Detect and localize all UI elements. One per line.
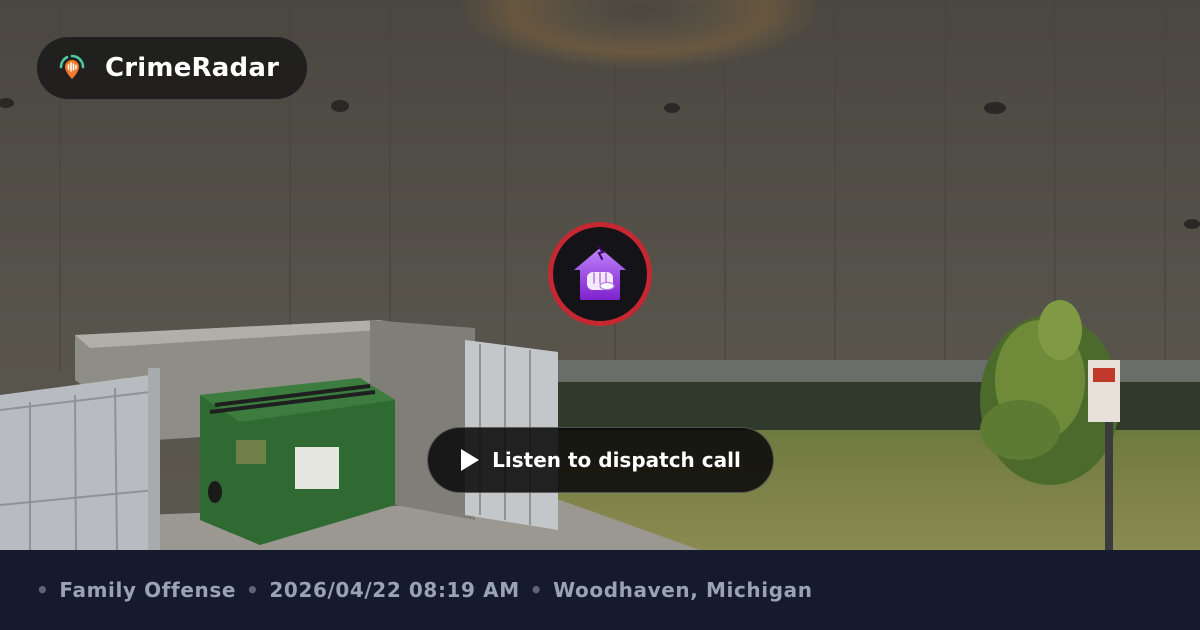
brand-name: CrimeRadar — [105, 53, 280, 83]
brand-badge[interactable]: CrimeRadar — [36, 36, 308, 100]
separator-dot: • — [36, 578, 50, 602]
separator-dot: • — [529, 578, 544, 602]
play-icon — [460, 448, 480, 472]
listen-dispatch-button[interactable]: Listen to dispatch call — [427, 427, 774, 493]
incident-category: Family Offense — [59, 578, 237, 602]
family-offense-fist-house-icon — [568, 242, 632, 306]
incident-marker[interactable] — [548, 222, 652, 326]
incident-details-bar: • Family Offense • 2026/04/22 08:19 AM •… — [0, 550, 1200, 630]
listen-button-label: Listen to dispatch call — [492, 448, 741, 472]
incident-location: Woodhaven, Michigan — [553, 578, 813, 602]
separator-dot: • — [246, 578, 260, 602]
share-card: CrimeRadar Listen to dispatch call • Fam… — [0, 0, 1200, 630]
incident-datetime: 2026/04/22 08:19 AM — [269, 578, 520, 602]
radar-pin-icon — [57, 53, 87, 83]
